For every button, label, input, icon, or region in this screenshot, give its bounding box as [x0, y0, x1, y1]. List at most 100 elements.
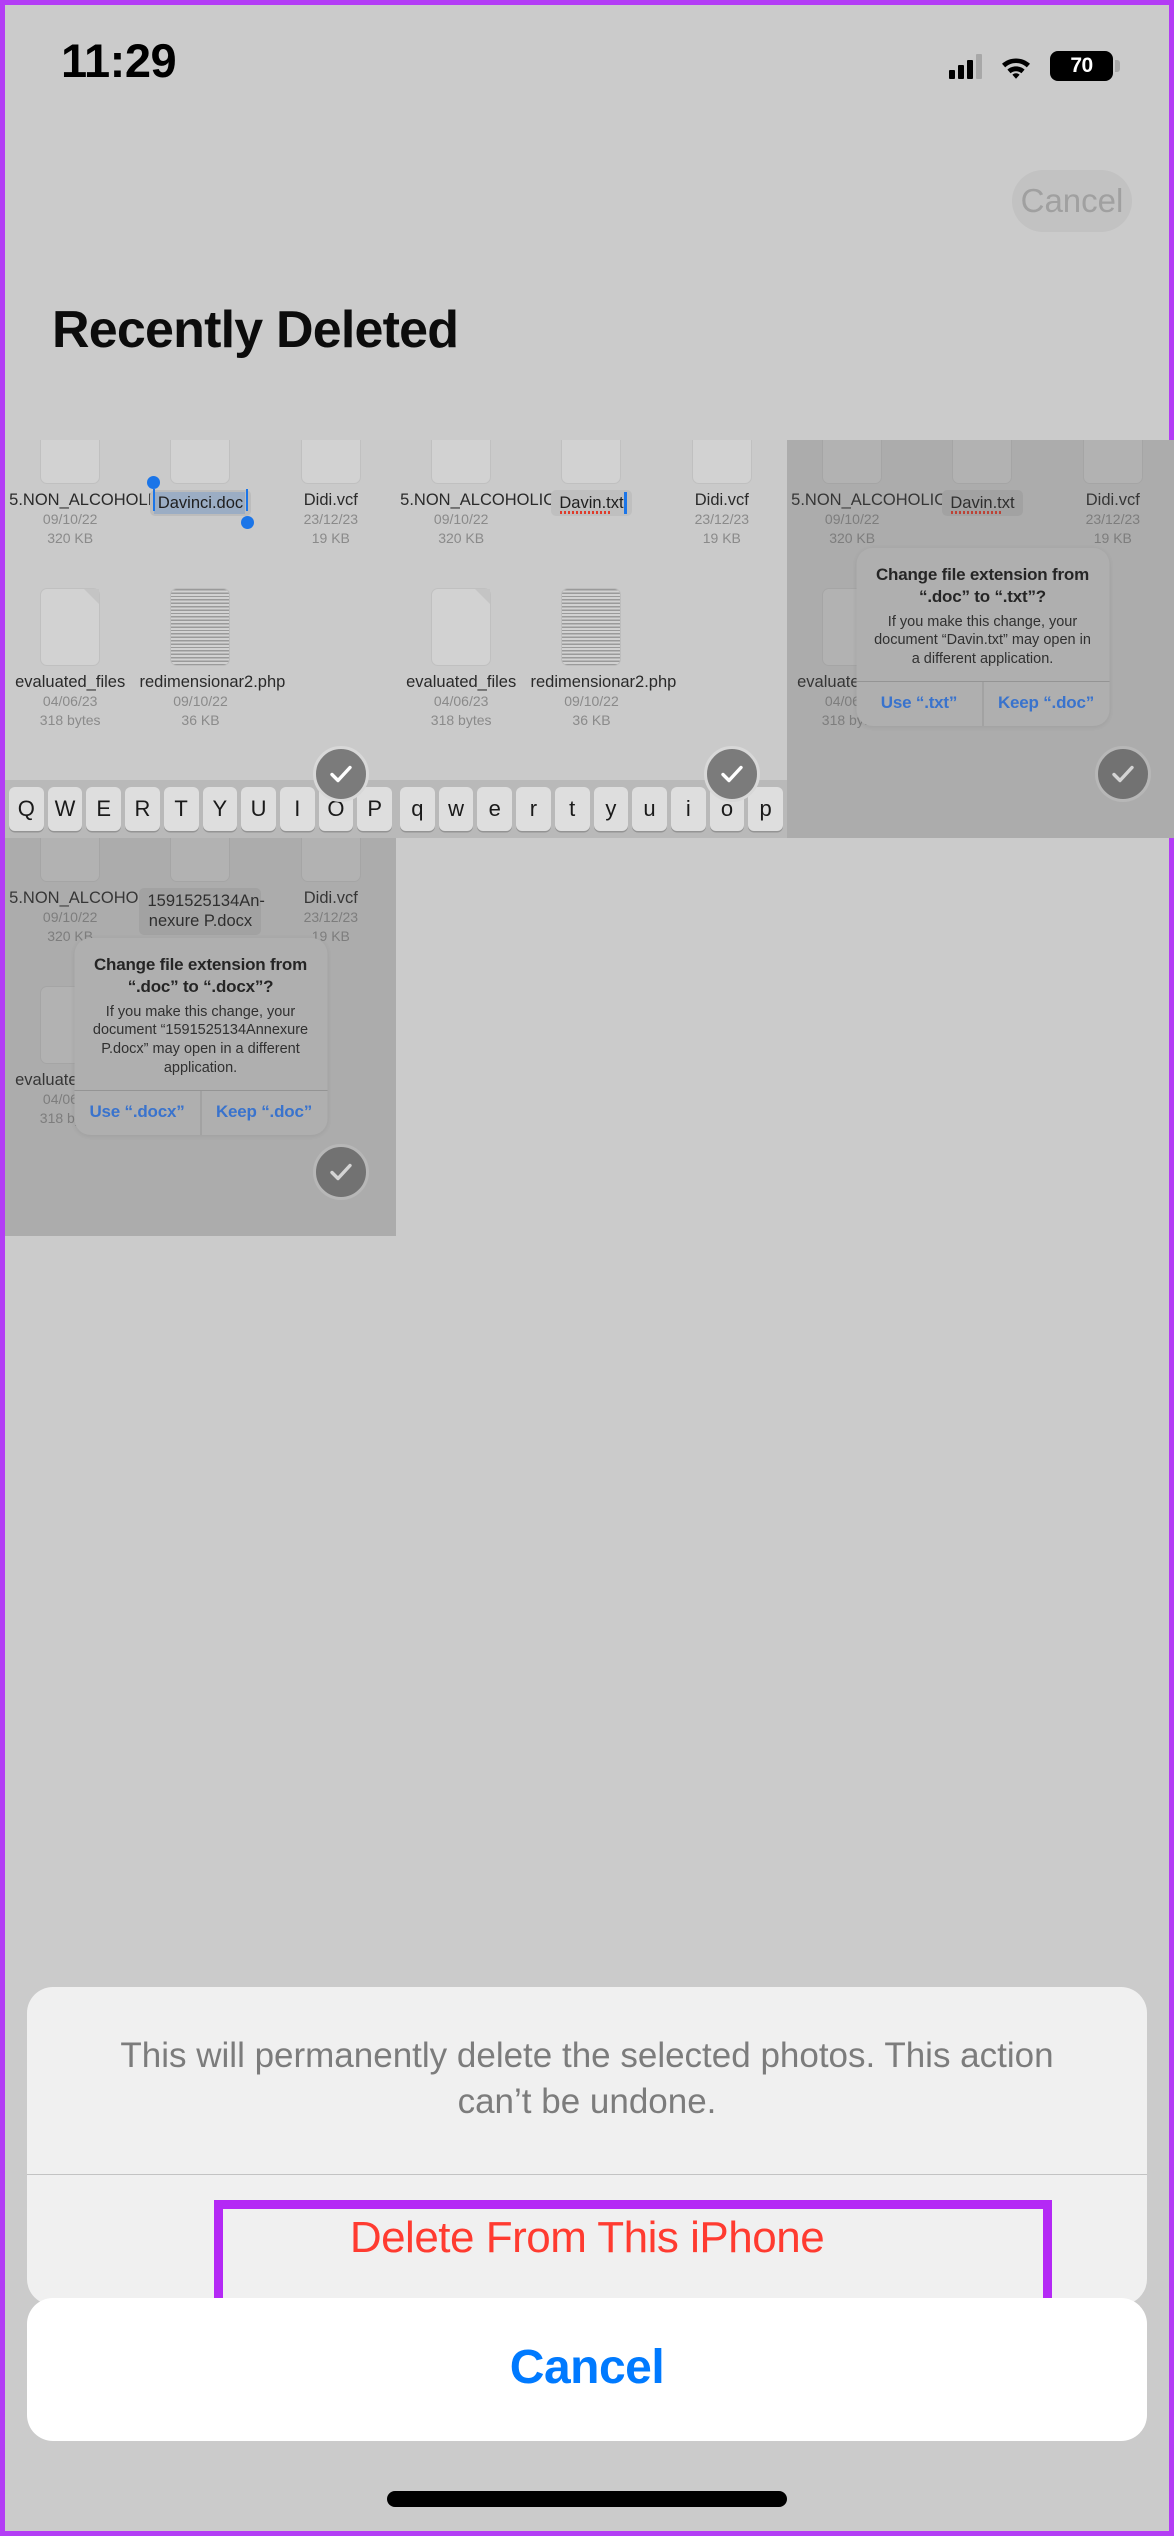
alert-message: If you make this change, your document “…: [874, 613, 1091, 668]
grid-item-thumb-1[interactable]: 5.NON_ALCOHOLIC_...ES.pdf 09/10/22 320 K…: [5, 440, 396, 838]
file-date: 09/10/22: [433, 511, 489, 528]
generic-file-icon: [40, 588, 101, 666]
doc-file-icon: [170, 440, 231, 484]
file-date: 09/10/22: [173, 693, 228, 710]
file-date: 09/10/22: [824, 511, 880, 528]
txt-file-icon: [561, 440, 622, 484]
file-cell-selected: Davin.txt: [526, 440, 656, 548]
file-row: 5.NON_ALCOHOLIC_...ES.pdf 09/10/22 320 K…: [787, 440, 1174, 548]
nav-cancel-button[interactable]: Cancel: [1012, 170, 1132, 232]
file-cell-selected: Davinci.doc: [135, 440, 265, 548]
file-name-input[interactable]: Davin.txt: [551, 490, 632, 517]
php-file-icon: [561, 588, 622, 666]
key-q[interactable]: Q: [8, 787, 44, 831]
alert-message: If you make this change, your document “…: [92, 1003, 309, 1077]
file-cell: Didi.vcf 23/12/23 19 KB: [657, 440, 787, 548]
file-size: 19 KB: [311, 530, 350, 547]
file-size: 36 KB: [181, 712, 220, 729]
alert-body: Change file extension from “.doc” to “.d…: [74, 938, 327, 1090]
vcf-file-icon: [1082, 440, 1143, 484]
file-cell: redimensionar2.php 09/10/22 36 KB: [135, 588, 286, 730]
selection-checkmark-icon[interactable]: [1095, 746, 1151, 802]
battery-level: 70: [1070, 54, 1093, 77]
key-r[interactable]: R: [125, 787, 160, 831]
file-cell: Didi.vcf 23/12/23 19 KB: [1048, 440, 1174, 548]
selection-bar-right: [245, 489, 249, 511]
alert-use-button[interactable]: Use “.txt”: [856, 682, 982, 726]
key-w[interactable]: W: [47, 787, 83, 831]
file-name-renamed[interactable]: 1591525134An-nexure P.docx: [139, 888, 265, 935]
file-name: redimensionar2.php: [530, 673, 677, 691]
key-i[interactable]: I: [279, 787, 315, 831]
file-cell-empty: [657, 588, 787, 730]
status-bar-time: 11:29: [61, 34, 177, 87]
delete-from-this-iphone-button[interactable]: Delete From This iPhone: [27, 2175, 1147, 2305]
file-size: 318 bytes: [430, 712, 492, 729]
key-p[interactable]: P: [357, 787, 393, 831]
alert-title: Change file extension from “.doc” to “.d…: [93, 955, 307, 996]
file-cell: 5.NON_ALCOHOLIC_...ES.pdf 09/10/22 320 K…: [5, 838, 237, 946]
selection-checkmark-icon[interactable]: [704, 746, 760, 802]
text-caret: [623, 492, 627, 515]
file-name: Didi.vcf: [1085, 491, 1140, 509]
file-size: 320 KB: [47, 530, 94, 547]
action-sheet-message: This will permanently delete the selecte…: [120, 2036, 1054, 2121]
status-bar: 11:29 70: [5, 5, 1169, 115]
key-y[interactable]: Y: [202, 787, 238, 831]
key-e[interactable]: E: [86, 787, 122, 831]
file-cell: Didi.vcf 23/12/23 19 KB: [266, 440, 396, 548]
grid-item-thumb-2[interactable]: 5.NON_ALCOHOLIC_...ES.pdf 09/10/22 320 K…: [396, 440, 787, 838]
key-r[interactable]: r: [516, 787, 551, 831]
file-size: 318 bytes: [39, 712, 101, 729]
file-size: 19 KB: [1093, 530, 1132, 547]
action-sheet: This will permanently delete the selecte…: [27, 1987, 1147, 2375]
key-y[interactable]: y: [593, 787, 629, 831]
cellular-signal-icon: [949, 53, 982, 79]
file-cell: evaluated_files 04/06/23 318 bytes: [396, 588, 526, 730]
pdf-file-icon: [822, 440, 883, 484]
file-extension-alert: Change file extension from “.doc” to “.t…: [856, 548, 1109, 727]
page-title: Recently Deleted: [52, 301, 459, 359]
screenshot-frame: 11:29 70 Cancel Recently Deleted 5.NON_A…: [0, 0, 1174, 2536]
txt-file-icon: [952, 440, 1013, 484]
file-cell: 5.NON_ALCOHOLIC_...ES.pdf 09/10/22 320 K…: [5, 440, 237, 548]
photo-grid: 5.NON_ALCOHOLIC_...ES.pdf 09/10/22 320 K…: [5, 440, 1174, 1236]
key-i[interactable]: i: [670, 787, 706, 831]
grid-item-thumb-3[interactable]: 5.NON_ALCOHOLIC_...ES.pdf 09/10/22 320 K…: [787, 440, 1174, 838]
pdf-file-icon: [40, 838, 101, 882]
battery-icon: 70: [1050, 51, 1120, 81]
spellcheck-underline: [560, 511, 611, 515]
selection-checkmark-icon[interactable]: [313, 746, 369, 802]
file-date: 09/10/22: [564, 693, 619, 710]
file-cell: redimensionar2.php 09/10/22 36 KB: [526, 588, 677, 730]
grid-item-thumb-4[interactable]: 5.NON_ALCOHOLIC_...ES.pdf 09/10/22 320 K…: [5, 838, 396, 1236]
file-name: redimensionar2.php: [139, 673, 286, 691]
file-cell: Didi.vcf 23/12/23 19 KB: [266, 838, 396, 946]
file-date: 04/06/23: [42, 693, 98, 710]
key-u[interactable]: u: [632, 787, 667, 831]
selection-handle-end[interactable]: [241, 516, 255, 530]
php-file-icon: [170, 588, 231, 666]
file-date: 23/12/23: [303, 909, 359, 926]
file-cell: 5.NON_ALCOHOLIC_...ES.pdf 09/10/22 320 K…: [787, 440, 1019, 548]
file-cell-selected: 1591525134An-nexure P.docx: [135, 838, 265, 946]
key-u[interactable]: U: [241, 787, 276, 831]
vcf-file-icon: [300, 838, 361, 882]
key-e[interactable]: e: [477, 787, 513, 831]
action-sheet-cancel-button[interactable]: Cancel: [27, 2298, 1147, 2441]
key-t[interactable]: T: [163, 787, 199, 831]
alert-keep-button[interactable]: Keep “.doc”: [982, 682, 1109, 727]
selection-checkmark-icon[interactable]: [313, 1144, 369, 1200]
key-w[interactable]: w: [438, 787, 474, 831]
key-p[interactable]: p: [748, 787, 784, 831]
key-q[interactable]: q: [399, 787, 435, 831]
alert-use-button[interactable]: Use “.docx”: [74, 1091, 200, 1135]
alert-body: Change file extension from “.doc” to “.t…: [856, 548, 1109, 681]
file-name: 5.NON_ALCOHOLIC_...ES.pdf: [791, 491, 1019, 509]
key-t[interactable]: t: [554, 787, 590, 831]
file-name-renamed[interactable]: Davin.txt: [942, 490, 1023, 517]
action-sheet-group: This will permanently delete the selecte…: [27, 1987, 1147, 2305]
alert-keep-button[interactable]: Keep “.doc”: [200, 1090, 327, 1135]
selection-handle-start[interactable]: [146, 476, 160, 489]
file-name-editing[interactable]: Davinci.doc: [146, 476, 255, 530]
